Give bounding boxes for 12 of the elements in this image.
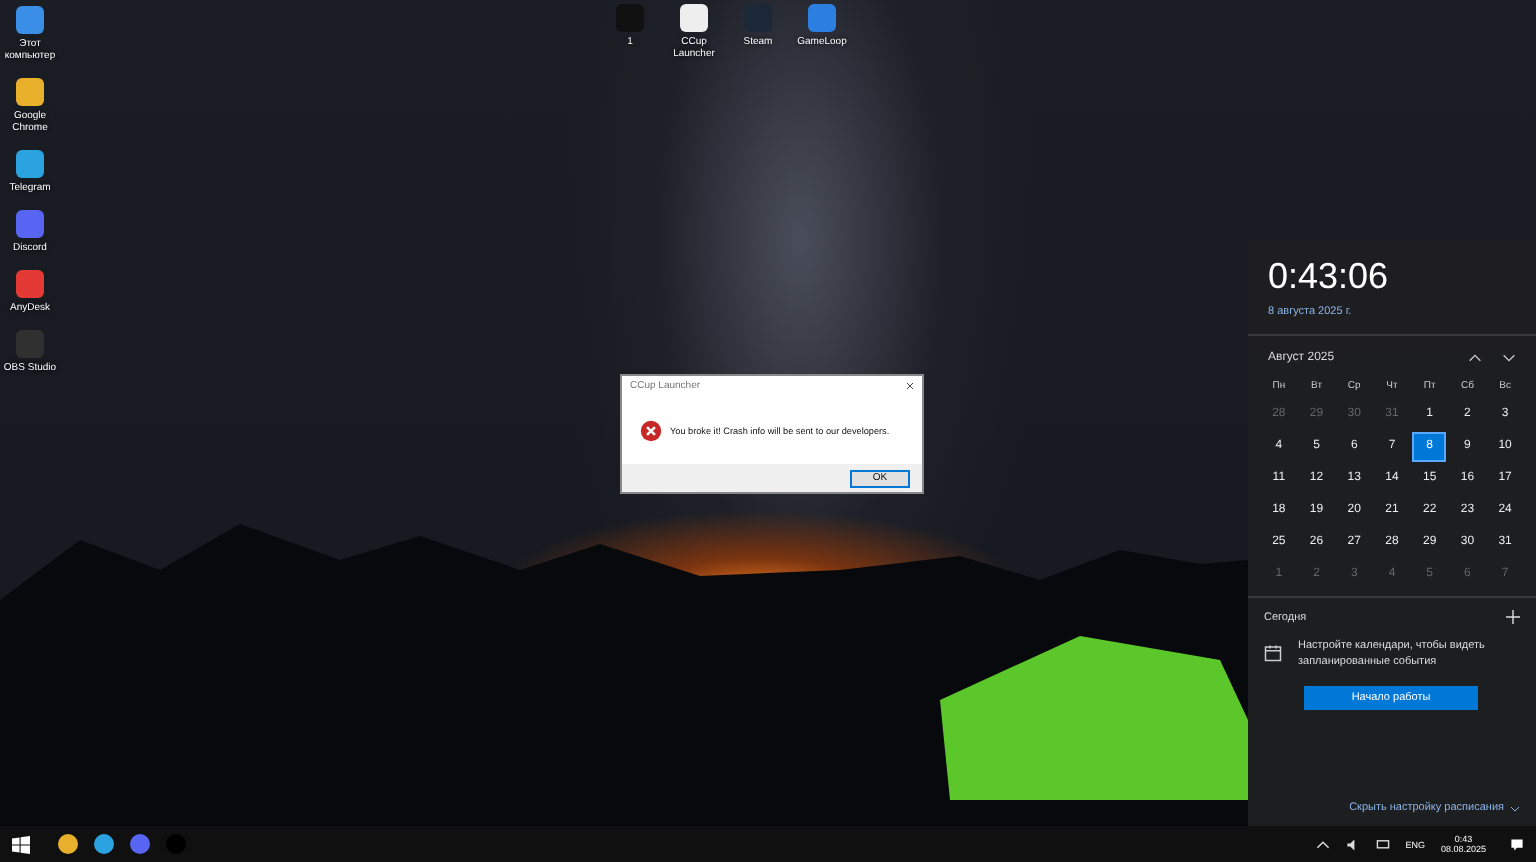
- notification-icon[interactable]: [1510, 837, 1524, 851]
- chevron-down-icon[interactable]: [1510, 805, 1520, 811]
- error-icon: [640, 419, 662, 441]
- chevron-down-icon[interactable]: [1502, 354, 1516, 362]
- chevron-up-icon[interactable]: [1468, 354, 1482, 362]
- speaker-icon[interactable]: [1345, 837, 1360, 851]
- calendar-icon: [1264, 644, 1282, 662]
- plus-icon[interactable]: [1506, 610, 1520, 624]
- windows-logo-icon[interactable]: [12, 835, 30, 853]
- clock-time: 0:43:06: [1268, 256, 1391, 298]
- chevron-up-icon[interactable]: [1315, 837, 1330, 851]
- close-icon[interactable]: [906, 382, 914, 390]
